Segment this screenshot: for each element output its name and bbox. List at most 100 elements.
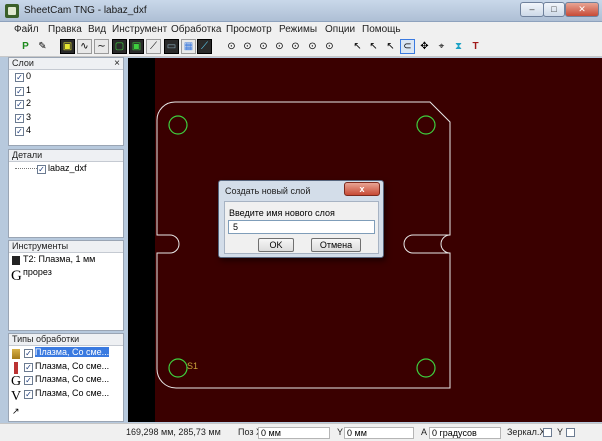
close-button[interactable]: ✕ xyxy=(565,2,599,17)
window-title: SheetCam TNG - labaz_dxf xyxy=(24,5,147,16)
start-point-5-icon[interactable]: ⊙ xyxy=(288,39,303,54)
select-node-icon[interactable]: ↖ xyxy=(383,39,398,54)
start-point-7-icon[interactable]: ⊙ xyxy=(322,39,337,54)
mirror-y-checkbox[interactable] xyxy=(566,428,575,437)
start-point-1-icon[interactable]: ⊙ xyxy=(224,39,239,54)
new-layer-dialog: Создать новый слой x Введите имя нового … xyxy=(218,180,384,258)
menu-modes[interactable]: Режимы xyxy=(279,24,317,35)
menu-operation[interactable]: Обработка xyxy=(171,24,221,35)
tool-item[interactable]: T2: Плазма, 1 мм прорез xyxy=(9,253,123,277)
ok-button[interactable]: OK xyxy=(258,238,294,252)
hole-bottom-left xyxy=(168,358,188,378)
checkbox-icon[interactable]: ✓ xyxy=(15,73,24,82)
details-panel-title: Детали xyxy=(12,150,43,160)
gcode-icon[interactable]: G xyxy=(11,269,22,284)
operation-item[interactable]: ✓ Плазма, Со сме... xyxy=(9,360,123,374)
rotate-icon[interactable]: ⌖ xyxy=(434,39,449,54)
mirror-x-label: Зеркал.X xyxy=(507,427,546,437)
start-point-4-icon[interactable]: ⊙ xyxy=(272,39,287,54)
show-part-icon[interactable]: ▣ xyxy=(60,39,75,54)
menu-bar: Файл Правка Вид Инструмент Обработка Про… xyxy=(0,22,602,37)
mirror-x-checkbox[interactable] xyxy=(543,428,552,437)
checkbox-icon[interactable]: ✓ xyxy=(15,86,24,96)
layers-panel-title: Слои xyxy=(12,58,34,68)
tools-panel-header: Инструменты xyxy=(9,241,123,253)
edit-code-icon[interactable]: ✎ xyxy=(35,39,50,54)
dialog-prompt: Введите имя нового слоя xyxy=(229,208,335,218)
layer-item[interactable]: ✓ 4 xyxy=(9,124,123,138)
cursor-coords: 169,298 мм, 285,73 мм xyxy=(126,427,221,437)
show-plate-icon[interactable]: ▦ xyxy=(181,39,196,54)
cancel-button[interactable]: Отмена xyxy=(311,238,361,252)
pos-y-label: Y xyxy=(337,427,344,437)
app-window: SheetCam TNG - labaz_dxf – □ ✕ Файл Прав… xyxy=(0,0,602,441)
script-arrow-icon[interactable]: ↗ xyxy=(12,406,20,417)
show-rapids-icon[interactable]: ∼ xyxy=(94,39,109,54)
checkbox-icon[interactable]: ✓ xyxy=(37,165,46,174)
tools-panel: Инструменты G T2: Плазма, 1 мм прорез xyxy=(8,240,124,331)
show-offset-icon[interactable]: ▣ xyxy=(129,39,144,54)
start-point-6-icon[interactable]: ⊙ xyxy=(305,39,320,54)
select-start-icon[interactable]: ↖ xyxy=(366,39,381,54)
operation-item[interactable]: ✓ Плазма, Со сме... xyxy=(9,346,123,360)
layer-name-input[interactable]: 5 xyxy=(228,220,375,234)
menu-options[interactable]: Опции xyxy=(325,24,355,35)
checkbox-icon[interactable]: ✓ xyxy=(15,100,24,109)
app-icon xyxy=(5,4,19,18)
operations-panel-title: Типы обработки xyxy=(12,334,80,344)
select-arrow-icon[interactable]: ↖ xyxy=(350,39,365,54)
checkbox-icon[interactable]: ✓ xyxy=(24,349,33,358)
show-tool-icon[interactable]: ⟋ xyxy=(197,39,212,54)
checkbox-icon[interactable]: ✓ xyxy=(15,113,24,123)
menu-help[interactable]: Помощь xyxy=(362,24,401,35)
show-path-icon[interactable]: ∿ xyxy=(77,39,92,54)
layers-panel: Слои × ✓ 0 ✓ 1 ✓ 2 ✓ 3 ✓ 4 xyxy=(8,57,124,146)
tools-panel-title: Инструменты xyxy=(12,241,69,251)
hole-top-right xyxy=(416,115,436,135)
move-icon[interactable]: ✥ xyxy=(417,39,432,54)
hole-top-left xyxy=(168,115,188,135)
post-process-icon[interactable]: P xyxy=(18,39,33,54)
checkbox-icon[interactable]: ✓ xyxy=(24,362,33,372)
show-outline-icon[interactable]: ▢ xyxy=(112,39,127,54)
layers-panel-header: Слои × xyxy=(9,58,123,70)
status-bar: 169,298 мм, 285,73 мм Поз X 0 мм Y 0 мм … xyxy=(0,423,602,441)
menu-tool[interactable]: Инструмент xyxy=(112,24,167,35)
menu-view-2[interactable]: Просмотр xyxy=(226,24,272,35)
dialog-close-button[interactable]: x xyxy=(344,182,380,196)
menu-file[interactable]: Файл xyxy=(14,24,39,35)
part-item[interactable]: ✓ labaz_dxf xyxy=(9,162,123,176)
text-tool-icon[interactable]: T xyxy=(468,39,483,54)
minimize-button[interactable]: – xyxy=(520,2,544,17)
operation-item[interactable]: ✓ Плазма, Со сме... xyxy=(9,373,123,387)
show-leadin-icon[interactable]: ⟋ xyxy=(146,39,161,54)
pos-y-field[interactable]: 0 мм xyxy=(344,427,414,439)
start-point-3-icon[interactable]: ⊙ xyxy=(256,39,271,54)
checkbox-icon[interactable]: ✓ xyxy=(24,376,33,385)
operation-item[interactable]: ✓ Плазма, Со сме... xyxy=(9,387,123,401)
pos-x-field[interactable]: 0 мм xyxy=(258,427,330,439)
operations-panel: Типы обработки G V ↗ ✓ Плазма, Со сме... … xyxy=(8,333,124,422)
dialog-title: Создать новый слой xyxy=(225,186,311,196)
details-panel: Детали ✓ labaz_dxf xyxy=(8,149,124,238)
menu-view[interactable]: Вид xyxy=(88,24,106,35)
checkbox-icon[interactable]: ✓ xyxy=(24,389,33,399)
start-point-label: S1 xyxy=(187,361,198,371)
maximize-button[interactable]: □ xyxy=(543,2,565,17)
angle-label: A xyxy=(421,427,428,437)
layer-item[interactable]: ✓ 2 xyxy=(9,97,123,111)
layer-item[interactable]: ✓ 0 xyxy=(9,70,123,84)
dialog-body: Введите имя нового слоя 5 OK Отмена xyxy=(224,201,379,254)
angle-field[interactable]: 0 градусов xyxy=(429,427,501,439)
tabs-icon[interactable]: ⧗ xyxy=(451,39,466,54)
show-stock-icon[interactable]: ▭ xyxy=(164,39,179,54)
select-contour-icon[interactable]: ⊂ xyxy=(400,39,415,54)
mirror-y-label: Y xyxy=(557,427,564,437)
checkbox-icon[interactable]: ✓ xyxy=(15,127,24,136)
tree-line xyxy=(15,168,37,169)
panel-close-icon[interactable]: × xyxy=(114,58,120,69)
layer-item[interactable]: ✓ 1 xyxy=(9,84,123,98)
menu-edit[interactable]: Правка xyxy=(48,24,82,35)
layer-item[interactable]: ✓ 3 xyxy=(9,111,123,125)
start-point-2-icon[interactable]: ⊙ xyxy=(240,39,255,54)
